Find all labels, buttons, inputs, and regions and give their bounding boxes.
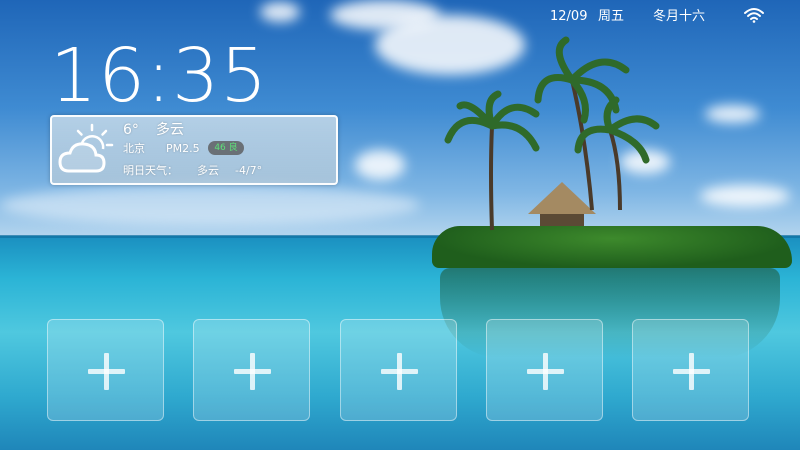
add-app-slot-1[interactable] bbox=[47, 319, 164, 421]
add-app-slot-4[interactable] bbox=[486, 319, 603, 421]
weather-city: 北京 bbox=[123, 142, 145, 155]
add-app-slot-2[interactable] bbox=[193, 319, 310, 421]
status-date: 12/09 bbox=[550, 9, 588, 24]
wallpaper-cloud bbox=[355, 150, 405, 180]
wallpaper-haze bbox=[0, 185, 420, 225]
add-app-slot-3[interactable] bbox=[340, 319, 457, 421]
tomorrow-weather-label: 明日天气： bbox=[123, 164, 178, 177]
plus-icon bbox=[88, 353, 125, 390]
plus-icon bbox=[234, 353, 271, 390]
status-lunar-date: 冬月十六 bbox=[653, 9, 706, 24]
home-screen: 12/09 周五 冬月十六 16:35 6° 多云 北京 PM2.5 46 良 … bbox=[0, 0, 800, 450]
wallpaper-cloud bbox=[705, 105, 760, 123]
pm25-label: PM2.5 bbox=[166, 142, 200, 155]
plus-icon bbox=[527, 353, 564, 390]
weather-condition: 多云 bbox=[156, 122, 184, 138]
weather-temperature: 6° bbox=[123, 122, 139, 138]
aqi-badge: 46 良 bbox=[208, 141, 244, 155]
partly-cloudy-icon bbox=[58, 123, 114, 173]
clock-time: 16:35 bbox=[50, 33, 269, 119]
wallpaper-cloud bbox=[700, 185, 790, 207]
status-weekday: 周五 bbox=[598, 9, 625, 24]
plus-icon bbox=[673, 353, 710, 390]
weather-widget[interactable]: 6° 多云 北京 PM2.5 46 良 明日天气： 多云 -4/7° bbox=[50, 115, 338, 185]
wallpaper-cloud bbox=[260, 2, 300, 22]
tomorrow-temperature-range: -4/7° bbox=[235, 164, 263, 177]
wallpaper-palm-trees bbox=[444, 36, 660, 231]
plus-icon bbox=[381, 353, 418, 390]
wifi-icon bbox=[744, 8, 764, 23]
add-app-slot-5[interactable] bbox=[632, 319, 749, 421]
tomorrow-weather-condition: 多云 bbox=[197, 164, 219, 177]
